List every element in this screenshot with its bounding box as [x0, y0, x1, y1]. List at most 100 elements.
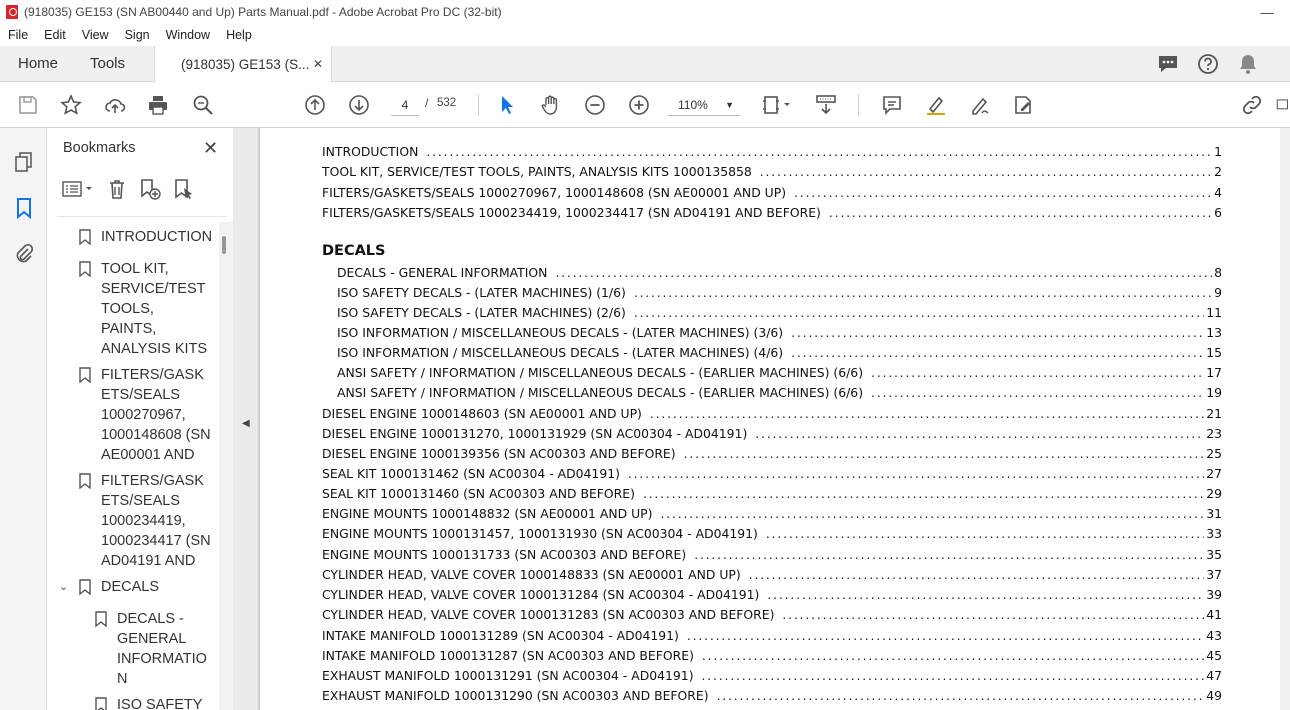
tab-close-button[interactable]: ✕	[313, 57, 323, 71]
collapse-arrow-icon[interactable]: ◀	[242, 418, 250, 429]
help-icon[interactable]	[1196, 52, 1220, 76]
toc-leader-dots	[871, 385, 1204, 400]
toc-row[interactable]: ISO INFORMATION / MISCELLANEOUS DECALS -…	[337, 345, 1222, 365]
toc-leader-dots	[702, 648, 1204, 663]
page-separator: /	[425, 96, 429, 110]
toc-page-number: 13	[1206, 325, 1222, 340]
highlight-pen-icon[interactable]	[924, 93, 948, 117]
toc-row[interactable]: ISO INFORMATION / MISCELLANEOUS DECALS -…	[337, 325, 1222, 345]
minimize-button[interactable]: —	[1244, 0, 1290, 24]
notification-bell-icon[interactable]	[1236, 52, 1260, 76]
toc-entry-title: ENGINE MOUNTS 1000131733 (SN AC00303 AND…	[322, 547, 687, 562]
toc-row[interactable]: ENGINE MOUNTS 1000148832 (SN AE00001 AND…	[322, 506, 1222, 526]
page-number-input[interactable]: 4	[391, 94, 419, 116]
toc-row[interactable]: ENGINE MOUNTS 1000131733 (SN AC00303 AND…	[322, 547, 1222, 567]
document-scrollbar[interactable]	[1280, 128, 1290, 710]
tab-document[interactable]: (918035) GE153 (S... ✕	[154, 46, 332, 83]
more-tools-icon[interactable]	[1276, 93, 1290, 117]
select-cursor-icon[interactable]	[495, 93, 519, 117]
hand-tool-icon[interactable]	[539, 93, 563, 117]
menu-window[interactable]: Window	[158, 28, 218, 42]
toc-row[interactable]: DECALS - GENERAL INFORMATION 8	[337, 265, 1222, 285]
close-bookmarks-button[interactable]: ✕	[203, 138, 218, 159]
toc-row[interactable]: DIESEL ENGINE 1000131270, 1000131929 (SN…	[322, 426, 1222, 446]
toc-row[interactable]: CYLINDER HEAD, VALVE COVER 1000131284 (S…	[322, 587, 1222, 607]
print-icon[interactable]	[146, 93, 170, 117]
toc-row[interactable]: ENGINE MOUNTS 1000131457, 1000131930 (SN…	[322, 526, 1222, 546]
toc-row[interactable]: ISO SAFETY DECALS - (LATER MACHINES) (1/…	[337, 285, 1222, 305]
attachments-paperclip-icon[interactable]	[12, 242, 36, 266]
page-thumbnails-icon[interactable]	[12, 150, 36, 174]
bookmarks-panel-icon[interactable]	[12, 196, 36, 220]
toc-row[interactable]: INTRODUCTION 1	[322, 144, 1222, 164]
fill-sign-icon[interactable]	[1011, 93, 1035, 117]
comment-bubble-icon[interactable]	[1156, 52, 1180, 76]
toc-leader-dots	[767, 587, 1204, 602]
menu-file[interactable]: File	[0, 28, 36, 42]
toc-row[interactable]: EXHAUST MANIFOLD 1000131291 (SN AC00304 …	[322, 668, 1222, 688]
tab-tools[interactable]: Tools	[90, 46, 125, 82]
toc-row[interactable]: DIESEL ENGINE 1000148603 (SN AE00001 AND…	[322, 406, 1222, 426]
page-fit-icon[interactable]	[760, 93, 794, 117]
bookmark-from-structure-icon[interactable]	[173, 178, 195, 203]
delete-bookmark-icon[interactable]	[107, 178, 127, 203]
toc-row[interactable]: FILTERS/GASKETS/SEALS 1000270967, 100014…	[322, 185, 1222, 205]
bookmark-label: TOOL KIT, SERVICE/TEST TOOLS, PAINTS, AN…	[101, 261, 208, 357]
toc-page-number: 25	[1206, 446, 1222, 461]
toc-row[interactable]: ISO SAFETY DECALS - (LATER MACHINES) (2/…	[337, 305, 1222, 325]
zoom-in-icon[interactable]	[627, 93, 651, 117]
toc-row[interactable]: ANSI SAFETY / INFORMATION / MISCELLANEOU…	[337, 365, 1222, 385]
menu-view[interactable]: View	[74, 28, 117, 42]
link-share-icon[interactable]	[1240, 93, 1264, 117]
toc-leader-dots	[650, 406, 1204, 421]
bookmark-item[interactable]: ISO SAFETY	[95, 695, 213, 710]
save-icon[interactable]	[16, 93, 40, 117]
toc-row[interactable]: SEAL KIT 1000131460 (SN AC00303 AND BEFO…	[322, 486, 1222, 506]
toc-row[interactable]: CYLINDER HEAD, VALVE COVER 1000131283 (S…	[322, 607, 1222, 627]
toc-entry-title: FILTERS/GASKETS/SEALS 1000270967, 100014…	[322, 185, 787, 200]
bookmark-item[interactable]: FILTERS/GASKETS/SEALS 1000270967, 100014…	[79, 365, 213, 465]
menu-sign[interactable]: Sign	[117, 28, 158, 42]
toc-leader-dots	[684, 446, 1205, 461]
bookmark-flag-icon	[79, 229, 91, 245]
zoom-search-icon[interactable]	[191, 93, 215, 117]
toc-leader-dots	[426, 144, 1212, 159]
cloud-upload-icon[interactable]	[103, 93, 127, 117]
bookmark-item[interactable]: TOOL KIT, SERVICE/TEST TOOLS, PAINTS, AN…	[79, 259, 213, 359]
menu-help[interactable]: Help	[218, 28, 260, 42]
chevron-down-icon[interactable]: ⌄	[59, 580, 68, 593]
new-bookmark-icon[interactable]	[139, 178, 161, 203]
zoom-out-icon[interactable]	[583, 93, 607, 117]
bookmark-item[interactable]: FILTERS/GASKETS/SEALS 1000234419, 100023…	[79, 471, 213, 571]
toc-row[interactable]: INTAKE MANIFOLD 1000131289 (SN AC00304 -…	[322, 628, 1222, 648]
bookmark-item[interactable]: DECALS - GENERAL INFORMATION	[95, 609, 213, 689]
toc-page-number: 1	[1214, 144, 1222, 159]
toc-entry-title: ISO INFORMATION / MISCELLANEOUS DECALS -…	[337, 325, 784, 340]
panel-collapse-strip[interactable]: ◀	[233, 128, 259, 710]
toc-row[interactable]: ANSI SAFETY / INFORMATION / MISCELLANEOU…	[337, 385, 1222, 405]
zoom-level-select[interactable]: 110% ▼	[668, 94, 740, 116]
toc-row[interactable]: DIESEL ENGINE 1000139356 (SN AC00303 AND…	[322, 446, 1222, 466]
toc-row[interactable]: SEAL KIT 1000131462 (SN AC00304 - AD0419…	[322, 466, 1222, 486]
toc-row[interactable]: CYLINDER HEAD, VALVE COVER 1000148833 (S…	[322, 567, 1222, 587]
tab-home[interactable]: Home	[18, 46, 58, 82]
toc-row[interactable]: FILTERS/GASKETS/SEALS 1000234419, 100023…	[322, 205, 1222, 225]
next-page-icon[interactable]	[347, 93, 371, 117]
bookmark-label: ISO SAFETY	[117, 697, 203, 710]
menu-edit[interactable]: Edit	[36, 28, 74, 42]
bookmark-item-decals[interactable]: DECALS	[79, 577, 213, 597]
bookmark-options-icon[interactable]	[61, 179, 95, 202]
sign-pen-icon[interactable]	[968, 93, 992, 117]
comment-icon[interactable]	[880, 93, 904, 117]
bookmark-flag-icon	[79, 367, 91, 383]
toc-page-number: 8	[1214, 265, 1222, 280]
star-bookmark-icon[interactable]	[59, 93, 83, 117]
toc-row[interactable]: EXHAUST MANIFOLD 1000131290 (SN AC00303 …	[322, 688, 1222, 708]
previous-page-icon[interactable]	[303, 93, 327, 117]
toc-page-number: 33	[1206, 526, 1222, 541]
toc-row[interactable]: TOOL KIT, SERVICE/TEST TOOLS, PAINTS, AN…	[322, 164, 1222, 184]
bookmark-item[interactable]: INTRODUCTION	[79, 227, 213, 247]
scroll-mode-icon[interactable]	[814, 93, 838, 117]
toc-page-number: 15	[1206, 345, 1222, 360]
toc-row[interactable]: INTAKE MANIFOLD 1000131287 (SN AC00303 A…	[322, 648, 1222, 668]
